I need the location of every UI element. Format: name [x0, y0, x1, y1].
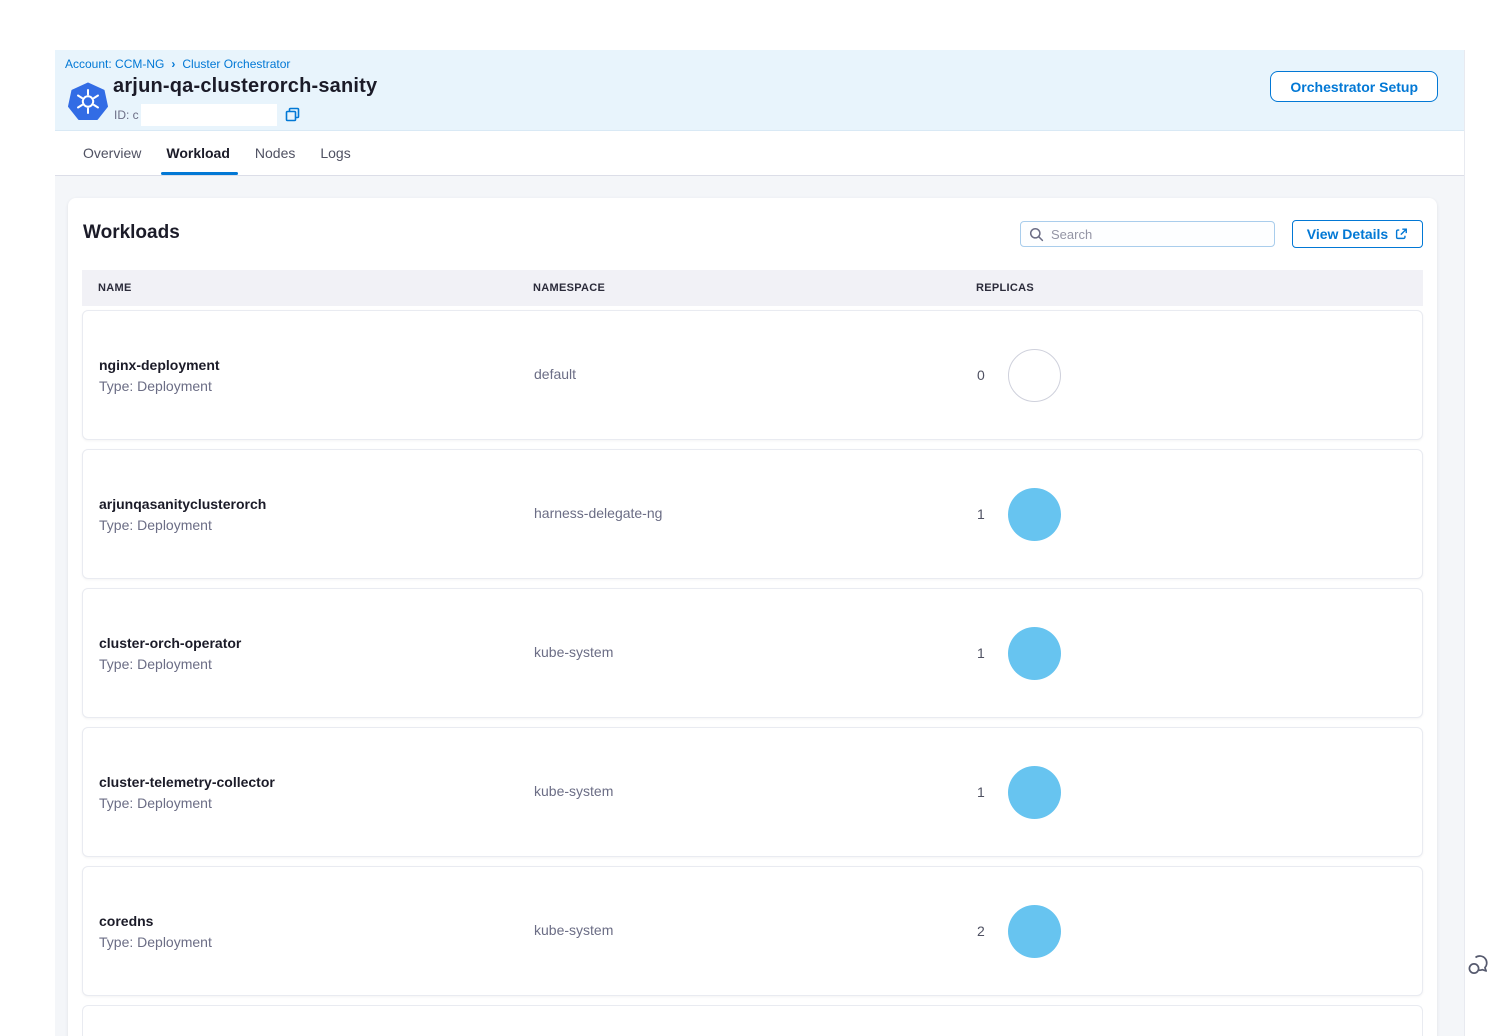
workload-type: Type: Deployment: [99, 378, 534, 394]
tab-workload[interactable]: Workload: [166, 131, 230, 175]
workload-search[interactable]: [1020, 221, 1275, 247]
workload-namespace: harness-delegate-ng: [534, 505, 662, 521]
replica-circle: [1008, 488, 1061, 541]
workload-name: arjunqasanityclusterorch: [99, 496, 534, 512]
replica-circle: [1008, 349, 1061, 402]
workload-name: cluster-orch-operator: [99, 635, 534, 651]
workload-namespace: default: [534, 366, 576, 382]
breadcrumb-account-link[interactable]: Account: CCM-NG: [65, 57, 164, 71]
workload-name: coredns: [99, 913, 534, 929]
tab-logs[interactable]: Logs: [320, 131, 350, 175]
tab-bar: Overview Workload Nodes Logs: [55, 131, 1464, 176]
workload-name: nginx-deployment: [99, 357, 534, 373]
workload-type: Type: Deployment: [99, 517, 534, 533]
content-area: Workloads View Details NAME NAMESPACE: [55, 176, 1464, 1036]
copy-icon[interactable]: [285, 107, 301, 123]
orchestrator-setup-button[interactable]: Orchestrator Setup: [1270, 71, 1438, 102]
workloads-card: Workloads View Details NAME NAMESPACE: [68, 198, 1437, 1036]
workload-name: cluster-telemetry-collector: [99, 774, 534, 790]
tab-overview[interactable]: Overview: [83, 131, 141, 175]
view-details-button[interactable]: View Details: [1292, 220, 1423, 248]
search-icon: [1029, 227, 1044, 242]
breadcrumb: Account: CCM-NG › Cluster Orchestrator: [65, 57, 290, 71]
column-header-name: NAME: [82, 282, 533, 294]
view-details-label: View Details: [1307, 226, 1388, 242]
table-row[interactable]: arjunqasanityclusterorch Type: Deploymen…: [82, 449, 1423, 579]
workloads-table-header: NAME NAMESPACE REPLICAS: [82, 270, 1423, 306]
chevron-right-icon: ›: [171, 57, 175, 71]
replica-circle: [1008, 905, 1061, 958]
workload-type: Type: Deployment: [99, 934, 534, 950]
replica-circle: [1008, 766, 1061, 819]
cluster-id-row: ID: c: [114, 103, 301, 127]
replica-count: 1: [977, 506, 985, 522]
workload-type: Type: Deployment: [99, 795, 534, 811]
page-header: Account: CCM-NG › Cluster Orchestrator a…: [55, 50, 1464, 131]
breadcrumb-current-link[interactable]: Cluster Orchestrator: [182, 57, 290, 71]
table-row-partial[interactable]: [82, 1005, 1423, 1036]
workloads-title: Workloads: [83, 222, 180, 244]
workload-namespace: kube-system: [534, 922, 613, 938]
cluster-orchestrator-page: Account: CCM-NG › Cluster Orchestrator a…: [0, 0, 1502, 1036]
table-row[interactable]: cluster-telemetry-collector Type: Deploy…: [82, 727, 1423, 857]
table-row[interactable]: coredns Type: Deployment kube-system 2: [82, 866, 1423, 996]
external-link-icon: [1394, 227, 1408, 241]
replica-count: 2: [977, 923, 985, 939]
cluster-id-label: ID: c: [114, 108, 139, 122]
workloads-table-body: nginx-deployment Type: Deployment defaul…: [82, 310, 1423, 1036]
workload-namespace: kube-system: [534, 644, 613, 660]
workload-type: Type: Deployment: [99, 656, 534, 672]
search-input[interactable]: [1051, 227, 1251, 242]
replica-count: 1: [977, 784, 985, 800]
table-row[interactable]: cluster-orch-operator Type: Deployment k…: [82, 588, 1423, 718]
cluster-id-redaction: [141, 104, 277, 126]
replica-count: 1: [977, 645, 985, 661]
workload-namespace: kube-system: [534, 783, 613, 799]
chat-bubbles-icon[interactable]: [1466, 952, 1492, 978]
table-row[interactable]: nginx-deployment Type: Deployment defaul…: [82, 310, 1423, 440]
tab-nodes[interactable]: Nodes: [255, 131, 295, 175]
page-title: arjun-qa-clusterorch-sanity: [113, 75, 377, 98]
replica-circle: [1008, 627, 1061, 680]
kubernetes-icon: [68, 82, 108, 122]
column-header-replicas: REPLICAS: [960, 282, 1423, 294]
column-header-namespace: NAMESPACE: [533, 282, 960, 294]
content-right-divider: [1464, 50, 1465, 1036]
replica-count: 0: [977, 367, 985, 383]
